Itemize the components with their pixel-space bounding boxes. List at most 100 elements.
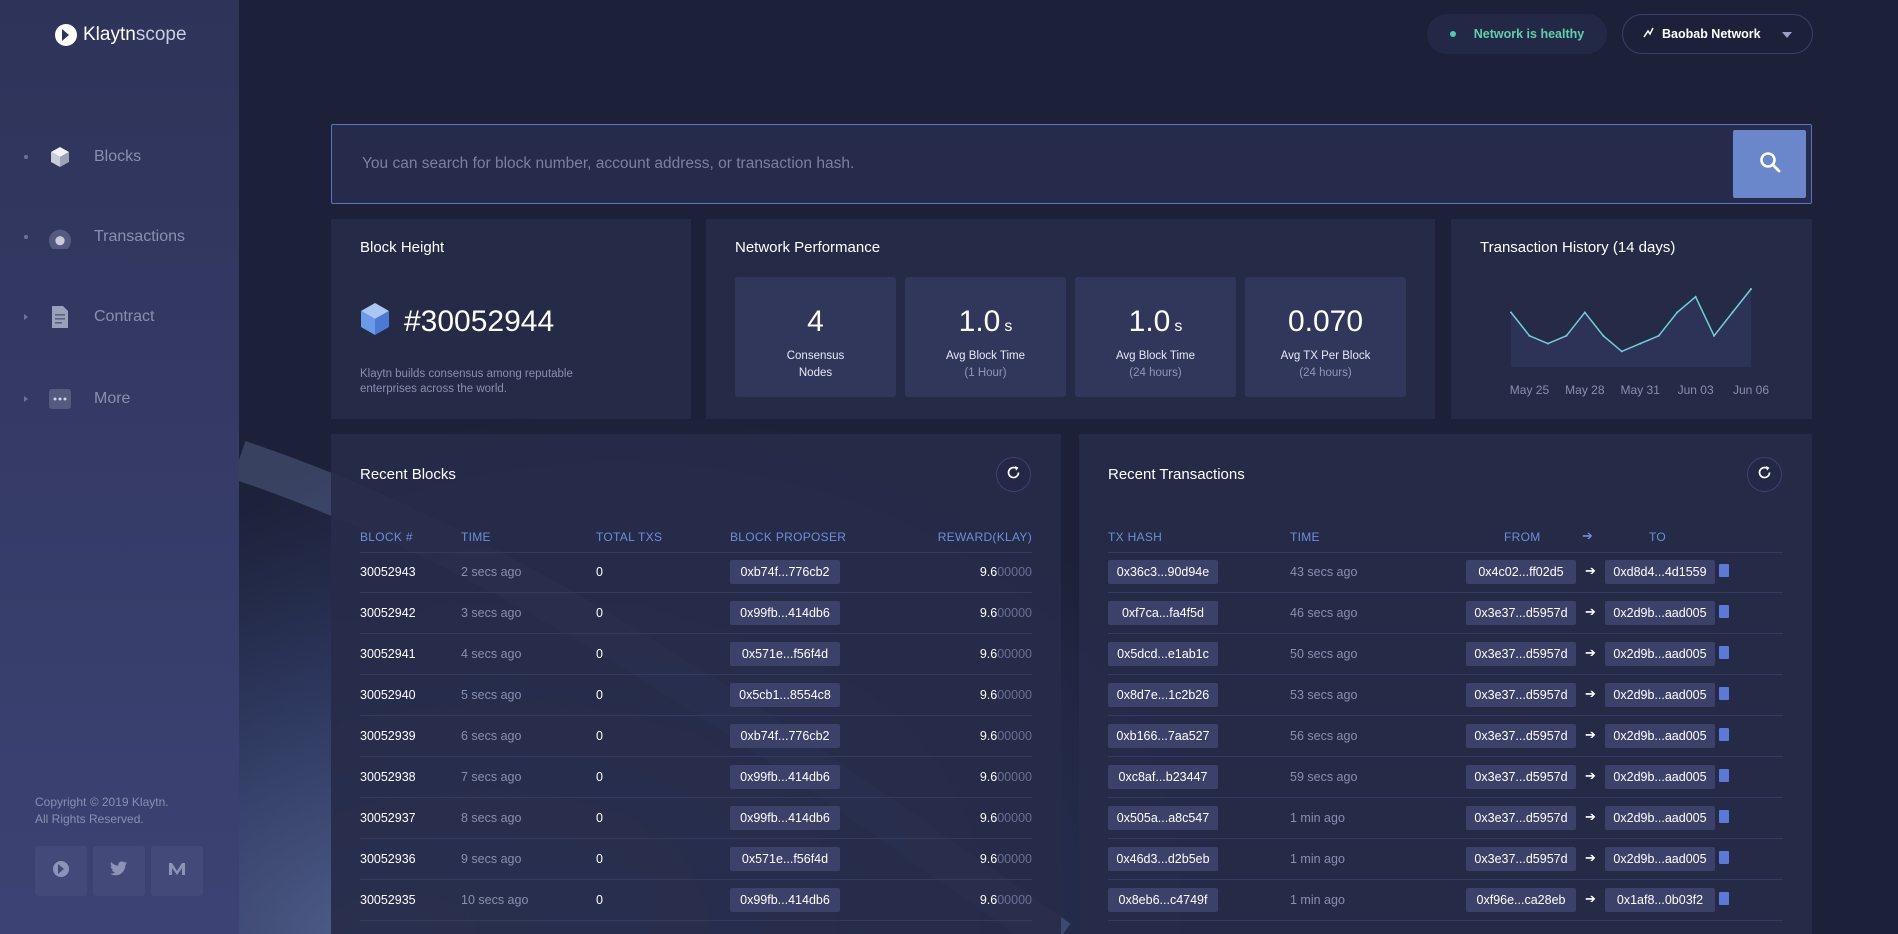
sidebar-item-label: Blocks <box>94 148 142 165</box>
tx-from-link[interactable]: 0xf96e...ca28eb <box>1466 888 1576 912</box>
block-proposer-link[interactable]: 0xb74f...776cb2 <box>730 724 840 748</box>
refresh-transactions-button[interactable] <box>1747 457 1782 492</box>
block-number-link[interactable]: 30052935 <box>360 893 416 907</box>
column-header[interactable]: REWARD(KLAY) <box>938 530 1032 544</box>
block-proposer-link[interactable]: 0x99fb...414db6 <box>730 888 840 912</box>
column-header[interactable]: TIME <box>1290 530 1320 544</box>
table-row[interactable]: 30052938 7 secs ago 0 0x99fb...414db6 9.… <box>360 757 1032 798</box>
table-row[interactable]: 0x505a...a8c547 1 min ago 0x3e37...d5957… <box>1108 798 1783 839</box>
tx-from-link[interactable]: 0x3e37...d5957d <box>1466 806 1576 830</box>
table-row[interactable]: 30052936 9 secs ago 0 0x571e...f56f4d 9.… <box>360 839 1032 880</box>
table-row[interactable]: 30052935 10 secs ago 0 0x99fb...414db6 9… <box>360 880 1032 921</box>
tx-to-link[interactable]: 0x2d9b...aad005 <box>1605 683 1715 707</box>
perf-label-line: Avg Block Time <box>945 350 1026 362</box>
tx-to-link[interactable]: 0x2d9b...aad005 <box>1605 806 1715 830</box>
block-proposer-link[interactable]: 0x571e...f56f4d <box>730 642 840 666</box>
table-row[interactable]: 30052942 3 secs ago 0 0x99fb...414db6 9.… <box>360 593 1032 634</box>
network-selector[interactable]: Baobab Network <box>1622 14 1813 54</box>
table-row[interactable]: 30052939 6 secs ago 0 0xb74f...776cb2 9.… <box>360 716 1032 757</box>
table-row[interactable]: 0x8eb6...c4749f 1 min ago 0xf96e...ca28e… <box>1108 880 1783 921</box>
block-number-link[interactable]: 30052938 <box>360 770 416 784</box>
tx-hash-link[interactable]: 0xb166...7aa527 <box>1108 724 1218 748</box>
table-row[interactable]: 30052940 5 secs ago 0 0x5cb1...8554c8 9.… <box>360 675 1032 716</box>
block-number-link[interactable]: 30052937 <box>360 811 416 825</box>
network-status-text: Network is healthy <box>1473 27 1585 41</box>
table-row[interactable]: 0xc8af...b23447 59 secs ago 0x3e37...d59… <box>1108 757 1783 798</box>
block-proposer-link[interactable]: 0x5cb1...8554c8 <box>730 683 840 707</box>
chart-tick-label: May 25 <box>1510 383 1550 397</box>
column-header[interactable]: BLOCK PROPOSER <box>730 530 846 544</box>
table-row[interactable]: 30052941 4 secs ago 0 0x571e...f56f4d 9.… <box>360 634 1032 675</box>
tx-hash-link[interactable]: 0x36c3...90d94e <box>1108 560 1218 584</box>
chart-point <box>1620 350 1623 353</box>
tx-hash-link[interactable]: 0x505a...a8c547 <box>1108 806 1218 830</box>
tx-from-link[interactable]: 0x3e37...d5957d <box>1466 847 1576 871</box>
table-row[interactable]: 0x8d7e...1c2b26 53 secs ago 0x3e37...d59… <box>1108 675 1783 716</box>
table-row[interactable]: 0xf7ca...fa4f5d 46 secs ago 0x3e37...d59… <box>1108 593 1783 634</box>
tx-hash-link[interactable]: 0x8eb6...c4749f <box>1108 888 1218 912</box>
tx-from-link[interactable]: 0x3e37...d5957d <box>1466 724 1576 748</box>
table-row[interactable]: 0xb166...7aa527 56 secs ago 0x3e37...d59… <box>1108 716 1783 757</box>
sidebar-item-more[interactable]: More <box>24 384 130 414</box>
block-number-link[interactable]: 30052943 <box>360 565 416 579</box>
reward-value: 9.6 <box>979 688 998 702</box>
sidebar-item-transactions[interactable]: Transactions <box>24 222 185 252</box>
block-proposer-link[interactable]: 0xb74f...776cb2 <box>730 560 840 584</box>
column-header[interactable]: TX HASH <box>1108 530 1162 544</box>
block-number-link[interactable]: 30052936 <box>360 852 416 866</box>
tx-to-link[interactable]: 0x2d9b...aad005 <box>1605 724 1715 748</box>
block-proposer-link[interactable]: 0x99fb...414db6 <box>730 806 840 830</box>
tx-hash-link[interactable]: 0x5dcd...e1ab1c <box>1108 642 1218 666</box>
table-row[interactable]: 0x36c3...90d94e 43 secs ago 0x4c02...ff0… <box>1108 552 1783 593</box>
block-number-link[interactable]: 30052939 <box>360 729 416 743</box>
tx-to-link[interactable]: 0x2d9b...aad005 <box>1605 601 1715 625</box>
column-header[interactable]: TOTAL TXS <box>596 530 662 544</box>
block-number-link[interactable]: 30052942 <box>360 606 416 620</box>
tx-to-link[interactable]: 0x2d9b...aad005 <box>1605 765 1715 789</box>
chart-point <box>1713 334 1716 337</box>
column-header[interactable]: TO <box>1649 530 1666 544</box>
block-number-link[interactable]: 30052941 <box>360 647 416 661</box>
tx-to-link[interactable]: 0xd8d4...4d1559 <box>1605 560 1715 584</box>
twitter-button[interactable] <box>93 846 145 896</box>
tx-hash-link[interactable]: 0x8d7e...1c2b26 <box>1108 683 1218 707</box>
tx-from-link[interactable]: 0x3e37...d5957d <box>1466 642 1576 666</box>
table-row[interactable]: 30052937 8 secs ago 0 0x99fb...414db6 9.… <box>360 798 1032 839</box>
block-proposer-link[interactable]: 0x571e...f56f4d <box>730 847 840 871</box>
table-row[interactable]: 30052943 2 secs ago 0 0xb74f...776cb2 9.… <box>360 552 1032 593</box>
tx-from-link[interactable]: 0x3e37...d5957d <box>1466 765 1576 789</box>
tx-hash-link[interactable]: 0xf7ca...fa4f5d <box>1108 601 1218 625</box>
tx-from-link[interactable]: 0x4c02...ff02d5 <box>1466 560 1576 584</box>
table-row[interactable]: 0x5dcd...e1ab1c 50 secs ago 0x3e37...d59… <box>1108 634 1783 675</box>
tx-hash-link[interactable]: 0xc8af...b23447 <box>1108 765 1218 789</box>
search-input[interactable] <box>332 125 1733 203</box>
more-dots-icon <box>48 387 72 411</box>
tx-hash-link[interactable]: 0x46d3...d2b5eb <box>1108 847 1218 871</box>
tx-to-link[interactable]: 0x2d9b...aad005 <box>1605 642 1715 666</box>
tx-from-link[interactable]: 0x3e37...d5957d <box>1466 601 1576 625</box>
medium-button[interactable] <box>151 846 203 896</box>
sidebar-item-contract[interactable]: Contract <box>24 302 154 332</box>
klaytnscope-logo[interactable]: Klaytnscope <box>55 24 187 46</box>
table-row[interactable]: 0x46d3...d2b5eb 1 min ago 0x3e37...d5957… <box>1108 839 1783 880</box>
block-reward: 9.600000 <box>980 688 1032 702</box>
chart-point <box>1602 334 1605 337</box>
block-proposer-link[interactable]: 0x99fb...414db6 <box>730 765 840 789</box>
search-button[interactable] <box>1733 130 1806 198</box>
column-header[interactable]: TIME <box>461 530 491 544</box>
chart-point <box>1731 311 1734 314</box>
chart-point <box>1694 295 1697 298</box>
sidebar-item-blocks[interactable]: Blocks <box>24 142 141 172</box>
refresh-blocks-button[interactable] <box>996 457 1031 492</box>
klaytn-social-button[interactable] <box>35 846 87 896</box>
block-number-link[interactable]: 30052940 <box>360 688 416 702</box>
tx-from-link[interactable]: 0x3e37...d5957d <box>1466 683 1576 707</box>
block-reward: 9.600000 <box>980 852 1032 866</box>
sidebar-item-label: More <box>94 390 131 407</box>
tx-to-link[interactable]: 0x1af8...0b03f2 <box>1605 888 1715 912</box>
block-proposer-link[interactable]: 0x99fb...414db6 <box>730 601 840 625</box>
block-time: 3 secs ago <box>461 606 522 620</box>
column-header[interactable]: BLOCK # <box>360 530 413 544</box>
column-header[interactable]: FROM <box>1504 530 1541 544</box>
tx-to-link[interactable]: 0x2d9b...aad005 <box>1605 847 1715 871</box>
